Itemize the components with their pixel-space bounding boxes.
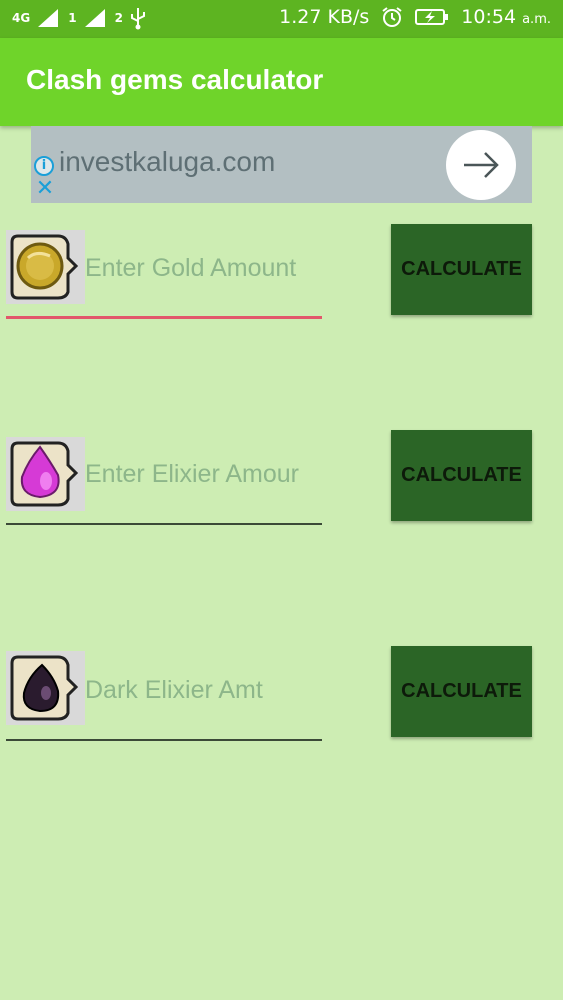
dark-elixir-input-underline (6, 739, 322, 741)
ad-open-button[interactable] (446, 130, 516, 200)
usb-icon (130, 8, 145, 30)
elixir-amount-input[interactable]: Enter Elixier Amour (85, 460, 325, 489)
gold-input-underline (6, 316, 322, 319)
elixir-drop-icon (6, 437, 85, 511)
calculate-gold-button[interactable]: CALCULATE (391, 224, 532, 315)
gold-row: Enter Gold Amount CALCULATE (0, 224, 563, 324)
dark-elixir-amount-input[interactable]: Dark Elixier Amt (85, 676, 325, 705)
gold-amount-input[interactable]: Enter Gold Amount (85, 254, 325, 283)
sim2-label: 2 (114, 11, 123, 25)
calculate-dark-elixir-button[interactable]: CALCULATE (391, 646, 532, 737)
signal-sim2-icon (84, 9, 105, 27)
elixir-row: Enter Elixier Amour CALCULATE (0, 430, 563, 530)
sim1-label: 1 (68, 11, 77, 25)
clock-time: 10:54 a.m. (461, 6, 551, 28)
calculate-elixir-button[interactable]: CALCULATE (391, 430, 532, 521)
app-bar: Clash gems calculator (0, 38, 563, 126)
clock-ampm: a.m. (522, 12, 551, 27)
alarm-icon (382, 7, 402, 27)
dark-elixir-drop-icon (6, 651, 85, 725)
elixir-input-underline (6, 523, 322, 525)
ad-domain[interactable]: investkaluga.com (59, 146, 275, 178)
app-title: Clash gems calculator (26, 64, 324, 95)
battery-charging-icon (415, 9, 449, 25)
ad-info-icon[interactable]: i (34, 156, 54, 176)
ad-banner[interactable]: i ✕ investkaluga.com (31, 126, 532, 203)
network-type-label: 4G (12, 11, 31, 25)
signal-sim1-icon (38, 9, 59, 27)
network-speed: 1.27 KB/s (279, 6, 370, 28)
status-bar: 4G 1 2 1.27 KB/s 10:54 a.m. (0, 0, 563, 38)
gold-coin-icon (6, 230, 85, 304)
ad-close-icon[interactable]: ✕ (34, 178, 56, 200)
arrow-right-icon (464, 152, 499, 178)
dark-elixir-row: Dark Elixier Amt CALCULATE (0, 646, 563, 746)
